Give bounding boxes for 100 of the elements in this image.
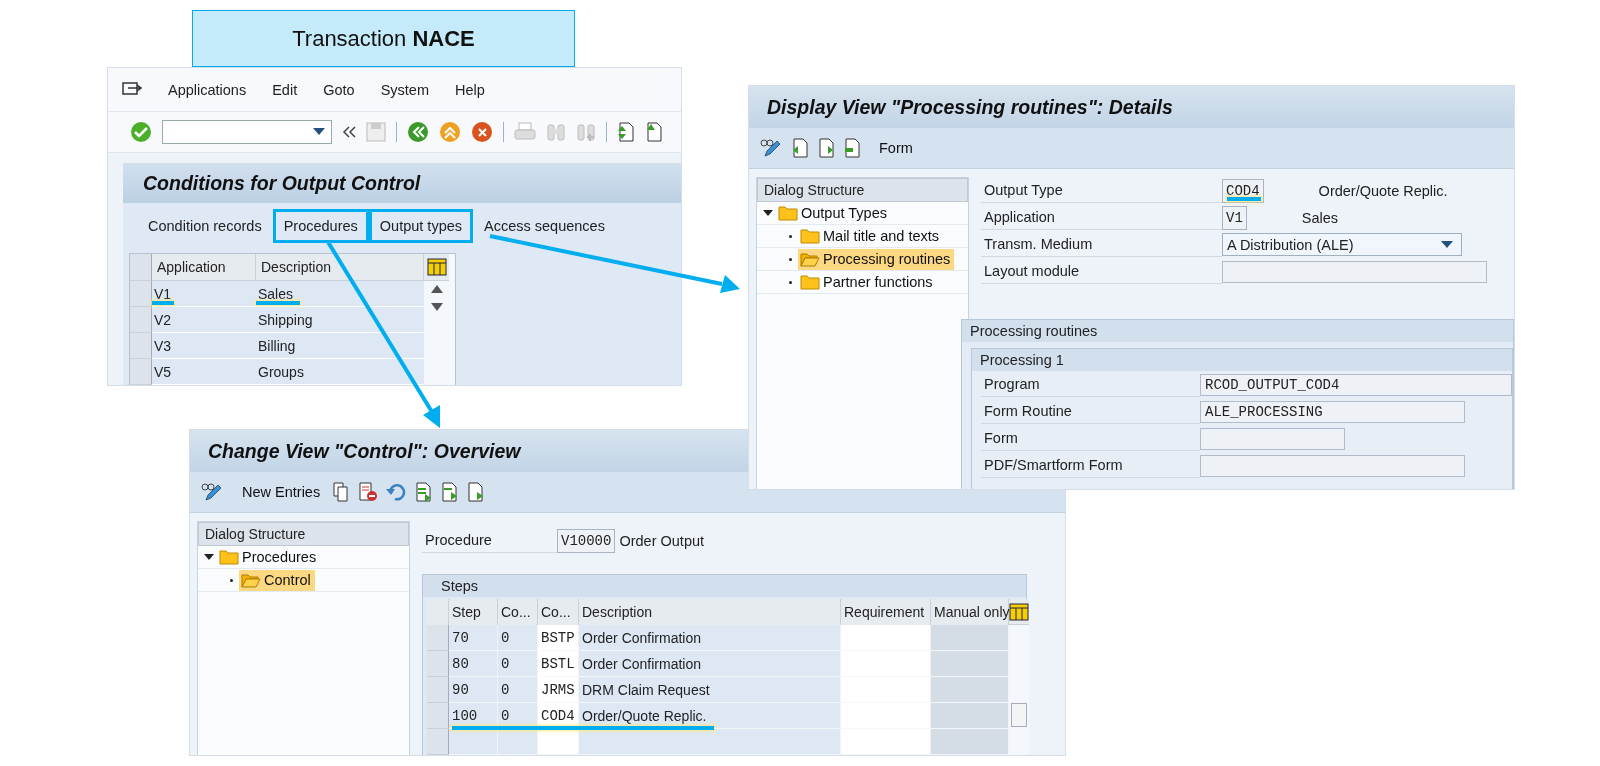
double-chevron-icon[interactable] <box>342 125 356 139</box>
table-cell: 80 <box>449 651 498 677</box>
open-folder-icon[interactable] <box>800 251 820 267</box>
table-cell: DRM Claim Request <box>579 677 841 703</box>
scrollbar[interactable] <box>1009 677 1029 703</box>
scroll-up-icon[interactable] <box>430 285 443 293</box>
row-selector[interactable] <box>427 703 449 729</box>
menu-item[interactable]: Help <box>454 81 485 98</box>
search-next-icon[interactable] <box>576 122 596 142</box>
tree-item[interactable]: Output Types <box>776 202 891 224</box>
column-settings-icon[interactable] <box>426 258 447 276</box>
tab[interactable]: Access sequences <box>473 209 616 243</box>
table-cell: Order Confirmation <box>579 625 841 651</box>
column-header: Description <box>256 254 424 281</box>
page-select-icon[interactable] <box>843 138 861 158</box>
tree-item[interactable]: Mail title and texts <box>798 225 944 247</box>
input-field[interactable]: V10000 <box>557 528 616 553</box>
column-settings-icon[interactable] <box>1009 602 1029 621</box>
row-selector[interactable] <box>427 651 449 677</box>
input-field[interactable]: V1 <box>1222 205 1247 230</box>
input-field[interactable]: COD4 <box>1222 178 1264 203</box>
cancel-icon[interactable] <box>471 121 493 143</box>
edit-pencil-icon[interactable] <box>759 138 783 158</box>
search-icon[interactable] <box>546 122 566 142</box>
column-header: Requirement <box>841 599 931 625</box>
field-label: Program <box>981 372 1200 397</box>
bullet-icon <box>789 280 792 284</box>
row-selector[interactable] <box>130 307 152 333</box>
save-icon[interactable] <box>366 122 386 142</box>
folder-icon[interactable] <box>800 228 820 244</box>
check-icon[interactable] <box>130 121 152 143</box>
table-cell: BSTP <box>538 625 579 651</box>
scroll-down-icon[interactable] <box>430 303 443 311</box>
table-cell: Shipping <box>258 311 313 328</box>
panel-title: Conditions for Output Control <box>123 163 681 203</box>
row-selector[interactable] <box>427 625 449 651</box>
page-forward-icon[interactable] <box>817 138 835 158</box>
page-back-icon[interactable] <box>791 138 809 158</box>
window-title: Display View "Processing routines": Details <box>749 86 1514 128</box>
tree-item[interactable]: Partner functions <box>798 271 937 293</box>
row-selector[interactable] <box>427 677 449 703</box>
new-entries-button[interactable]: New Entries <box>240 481 325 503</box>
input-field[interactable] <box>1200 454 1465 477</box>
open-folder-icon[interactable] <box>241 572 261 588</box>
back-icon[interactable] <box>407 121 429 143</box>
row-selector[interactable] <box>427 729 449 755</box>
row-selector[interactable] <box>130 281 152 307</box>
tree-item[interactable]: Procedures <box>217 546 321 568</box>
tree-item[interactable]: Processing routines <box>798 248 955 270</box>
table-cell: V2 <box>154 311 172 328</box>
input-field[interactable]: ALE_PROCESSING <box>1200 400 1465 423</box>
edit-pencil-icon[interactable] <box>200 482 224 502</box>
undo-icon[interactable] <box>386 483 407 501</box>
dropdown-field[interactable]: A Distribution (ALE) <box>1222 233 1462 256</box>
dropdown-arrow-icon[interactable] <box>313 128 325 136</box>
field-label: Application <box>981 205 1222 230</box>
menu-item[interactable]: System <box>380 81 429 98</box>
scrollbar[interactable] <box>1009 625 1029 651</box>
command-field[interactable] <box>162 120 332 144</box>
table-cell: 0 <box>498 703 538 729</box>
select-all-button[interactable] <box>130 254 152 281</box>
folder-icon[interactable] <box>219 549 239 565</box>
row-selector[interactable] <box>130 359 152 385</box>
menu-item[interactable]: Applications <box>168 81 247 98</box>
tab[interactable]: Output types <box>368 209 474 243</box>
input-field[interactable] <box>1222 260 1487 283</box>
print-icon[interactable] <box>514 122 536 142</box>
table-cell: Groups <box>258 363 304 380</box>
dropdown-arrow-icon[interactable] <box>1441 240 1453 249</box>
panel-header: Dialog Structure <box>198 522 409 546</box>
menu-icon[interactable] <box>122 81 142 98</box>
bullet-icon <box>789 234 792 238</box>
scrollbar[interactable] <box>1009 729 1029 755</box>
caret-icon[interactable] <box>204 552 214 562</box>
group-title: Processing routines <box>962 320 1513 342</box>
field-description: Order/Quote Replic. <box>1318 182 1448 199</box>
folder-icon[interactable] <box>778 205 798 221</box>
tree-item[interactable]: Control <box>239 569 315 591</box>
input-field[interactable]: RCOD_OUTPUT_COD4 <box>1200 373 1512 396</box>
table-cell: 0 <box>498 677 538 703</box>
bullet-icon <box>789 257 792 261</box>
tab[interactable]: Condition records <box>137 209 273 243</box>
form-button[interactable]: Form <box>877 137 917 159</box>
panel-header: Dialog Structure <box>757 178 968 202</box>
column-header: Step <box>449 599 498 625</box>
tab[interactable]: Procedures <box>272 209 369 243</box>
table-cell: COD4 <box>538 703 579 729</box>
menu-item[interactable]: Goto <box>323 81 355 98</box>
folder-icon[interactable] <box>800 274 820 290</box>
exit-icon[interactable] <box>439 121 461 143</box>
row-selector[interactable] <box>130 333 152 359</box>
copy-icon[interactable] <box>332 482 351 502</box>
delete-icon[interactable] <box>358 482 379 502</box>
input-field[interactable] <box>1200 427 1345 450</box>
column-header: Co... <box>498 599 538 625</box>
menu-item[interactable]: Edit <box>272 81 298 98</box>
select-all-button[interactable] <box>427 599 449 625</box>
table-cell: 70 <box>449 625 498 651</box>
field-label: Form <box>981 426 1200 451</box>
caret-icon[interactable] <box>763 208 773 218</box>
